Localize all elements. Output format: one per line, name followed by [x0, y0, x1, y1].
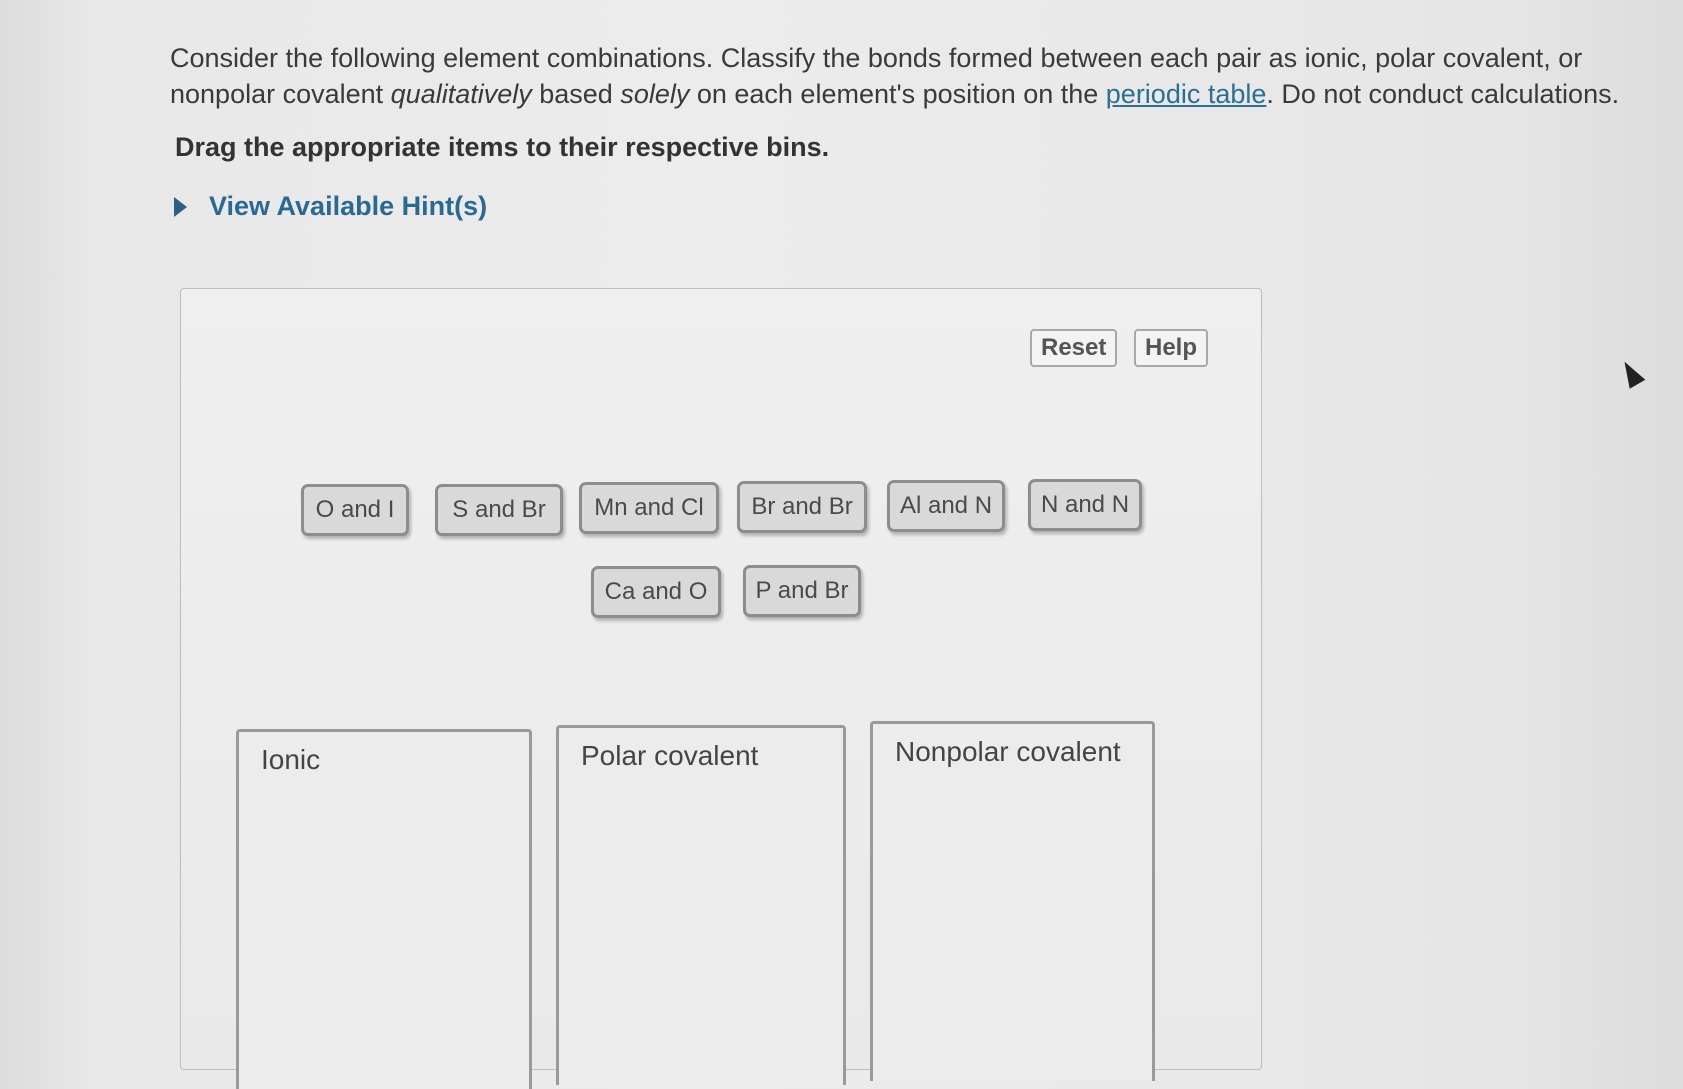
view-hints-toggle[interactable]: View Available Hint(s) [174, 191, 1640, 222]
bin-nonpolar-covalent[interactable]: Nonpolar covalent [870, 721, 1155, 1081]
bin-title: Polar covalent [581, 740, 759, 771]
bin-polar-covalent[interactable]: Polar covalent [556, 725, 846, 1085]
reset-button[interactable]: Reset [1030, 329, 1118, 367]
view-hints-label: View Available Hint(s) [209, 191, 488, 221]
bin-title: Ionic [261, 744, 321, 775]
question-text-emphasis: solely [620, 79, 690, 109]
drag-item-o-and-i[interactable]: O and I [301, 484, 409, 536]
drag-item-mn-and-cl[interactable]: Mn and Cl [579, 482, 719, 534]
mouse-cursor-icon [1616, 357, 1646, 389]
question-text-part: on each element's position on the [689, 79, 1106, 109]
expand-triangle-icon [174, 196, 187, 217]
drag-item-br-and-br[interactable]: Br and Br [737, 481, 867, 533]
drag-item-n-and-n[interactable]: N and N [1028, 479, 1142, 531]
instruction-text: Drag the appropriate items to their resp… [175, 132, 830, 162]
question-text-emphasis: qualitatively [390, 79, 532, 109]
periodic-table-link[interactable]: periodic table [1106, 79, 1267, 109]
drag-item-al-and-n[interactable]: Al and N [887, 480, 1005, 532]
help-button[interactable]: Help [1134, 329, 1209, 367]
drag-item-p-and-br[interactable]: P and Br [743, 565, 861, 617]
question-text-part: based [531, 79, 621, 109]
drag-item-ca-and-o[interactable]: Ca and O [591, 566, 721, 618]
question-content: Consider the following element combinati… [170, 40, 1640, 222]
question-text-part: . Do not conduct calculations. [1266, 79, 1620, 109]
bin-title: Nonpolar covalent [895, 736, 1121, 767]
bin-ionic[interactable]: Ionic [236, 729, 532, 1089]
question-text: Consider the following element combinati… [170, 40, 1640, 112]
drag-drop-workspace: Reset Help O and I S and Br Mn and Cl Br… [180, 288, 1262, 1089]
drag-item-s-and-br[interactable]: S and Br [435, 484, 563, 536]
